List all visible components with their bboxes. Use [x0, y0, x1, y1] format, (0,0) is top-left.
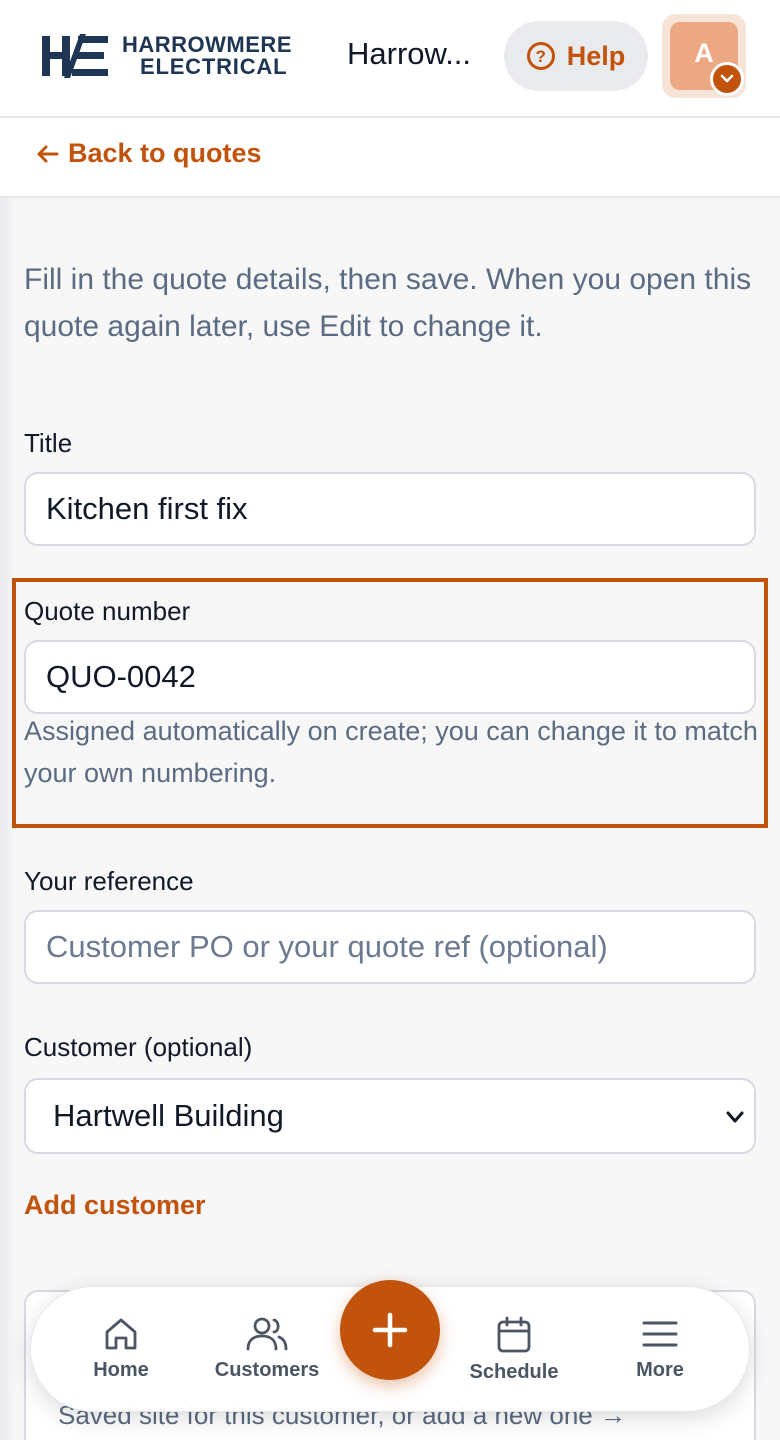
back-to-quotes-link[interactable]: Back to quotes	[36, 138, 262, 169]
home-icon	[105, 1318, 137, 1350]
quote-number-label: Quote number	[24, 596, 191, 626]
account-menu-button[interactable]: A	[662, 14, 746, 98]
users-icon	[246, 1317, 288, 1351]
app-header: HARROWMERE ELECTRICAL Harrow... ? Help A	[0, 0, 780, 118]
nav-label: Home	[93, 1359, 149, 1381]
form-intro: Fill in the quote details, then save. Wh…	[24, 263, 752, 343]
help-button[interactable]: ? Help	[504, 21, 648, 91]
chevron-down-icon	[726, 1111, 744, 1123]
organization-name: Harrow...	[347, 36, 472, 71]
add-customer-link[interactable]: Add customer	[24, 1190, 206, 1221]
calendar-icon	[497, 1316, 531, 1353]
logo-wordmark: HARROWMERE ELECTRICAL	[122, 34, 292, 78]
page: HARROWMERE ELECTRICAL Harrow... ? Help A…	[0, 0, 780, 1440]
reference-input[interactable]: Customer PO or your quote ref (optional)	[24, 910, 756, 984]
nav-label: Schedule	[469, 1361, 559, 1383]
back-bar: Back to quotes	[0, 118, 780, 198]
nav-label: More	[636, 1359, 684, 1381]
title-input[interactable]: Kitchen first fix	[24, 472, 756, 546]
nav-item-schedule[interactable]: Schedule	[444, 1315, 584, 1384]
plus-icon	[372, 1312, 408, 1348]
nav-item-home[interactable]: Home	[51, 1315, 191, 1382]
chevron-down-icon	[710, 62, 744, 96]
arrow-left-icon	[37, 145, 59, 162]
customer-selected-value: Hartwell Building	[53, 1098, 284, 1133]
nav-item-customers[interactable]: Customers	[197, 1315, 337, 1382]
company-logo[interactable]: HARROWMERE ELECTRICAL	[40, 32, 310, 82]
logo-line-1: HARROWMERE	[122, 32, 292, 57]
create-fab-button[interactable]	[340, 1280, 440, 1380]
menu-icon	[642, 1321, 678, 1347]
reference-label: Your reference	[24, 866, 194, 896]
back-link-label: Back to quotes	[68, 138, 262, 168]
customer-label: Customer (optional)	[24, 1032, 253, 1062]
nav-label: Customers	[214, 1359, 320, 1381]
title-label: Title	[24, 428, 73, 458]
question-circle-icon: ?	[526, 42, 555, 70]
help-label: Help	[566, 40, 626, 71]
nav-item-more[interactable]: More	[590, 1315, 730, 1382]
logo-mark-icon	[42, 34, 108, 78]
quote-number-input[interactable]: QUO-0042	[24, 640, 756, 714]
quote-number-hint: Assigned automatically on create; you ca…	[24, 716, 758, 788]
customer-select[interactable]: Hartwell Building	[24, 1078, 756, 1154]
logo-line-2: ELECTRICAL	[140, 54, 288, 79]
